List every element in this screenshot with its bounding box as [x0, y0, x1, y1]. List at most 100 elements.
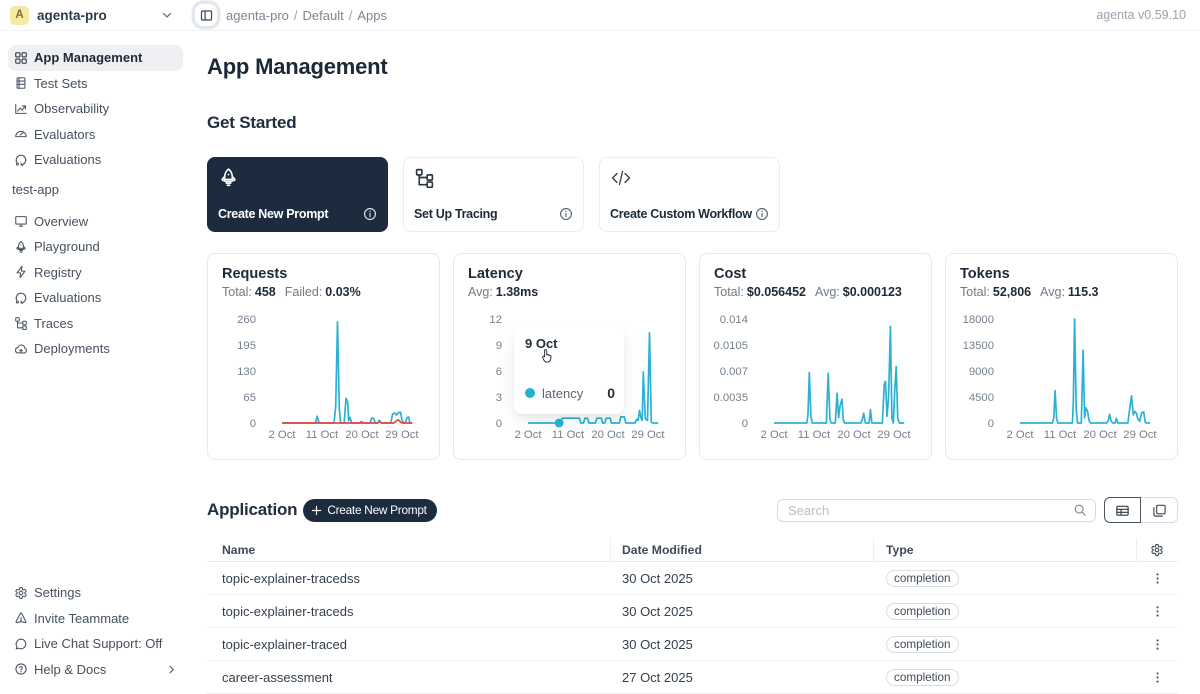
sidebar-item-observability[interactable]: Observability — [8, 96, 183, 122]
app-name-cell[interactable]: career-assessment — [207, 670, 610, 685]
chart-plot-cost[interactable]: 00.00350.0070.01050.0142 Oct11 Oct20 Oct… — [700, 254, 933, 459]
gear-icon — [14, 586, 28, 600]
column-separator — [1136, 538, 1137, 562]
stats-charts-row: RequestsTotal:458Failed:0.03%06513019526… — [207, 253, 1178, 460]
sidebar-item-label: Deployments — [34, 341, 110, 356]
svg-text:18000: 18000 — [963, 314, 994, 326]
svg-text:2 Oct: 2 Oct — [515, 429, 543, 441]
type-cell: completion — [873, 570, 1136, 587]
row-menu-button[interactable] — [1151, 572, 1164, 585]
table-body: topic-explainer-tracedss30 Oct 2025compl… — [207, 562, 1178, 694]
hovered-point-marker — [555, 419, 564, 428]
chart-plot-requests[interactable]: 0651301952602 Oct11 Oct20 Oct29 Oct — [208, 254, 441, 459]
sidebar-item-app-management[interactable]: App Management — [8, 45, 183, 71]
create-new-prompt-button[interactable]: Create New Prompt — [303, 499, 436, 522]
svg-text:20 Oct: 20 Oct — [345, 429, 379, 441]
table-view-button[interactable] — [1104, 497, 1141, 523]
testsets-icon — [14, 76, 28, 90]
page-title: App Management — [207, 53, 388, 81]
card-view-button[interactable] — [1141, 497, 1178, 523]
get-started-cards: Create New Prompt Set Up TracingCreate Cu… — [207, 157, 780, 232]
table-row[interactable]: topic-explainer-traceds30 Oct 2025comple… — [207, 595, 1178, 628]
type-cell: completion — [873, 603, 1136, 620]
svg-text:0: 0 — [250, 418, 256, 430]
search-icon[interactable] — [1073, 503, 1087, 517]
app-name-cell[interactable]: topic-explainer-traced — [207, 637, 610, 652]
breadcrumb-project[interactable]: Default — [303, 8, 344, 23]
tooltip-series-value: 0 — [607, 385, 615, 401]
row-menu-button[interactable] — [1151, 671, 1164, 684]
loop-icon — [14, 153, 28, 167]
sidebar-item-traces[interactable]: Traces — [8, 311, 183, 337]
workspace-name: agenta-pro — [37, 8, 161, 23]
svg-text:2 Oct: 2 Oct — [1007, 429, 1035, 441]
get-started-card-set-up-tracing[interactable]: Set Up Tracing — [403, 157, 584, 232]
sidebar-item-overview[interactable]: Overview — [8, 209, 183, 235]
sidebar-item-label: Evaluations — [34, 290, 101, 305]
chevron-right-icon — [166, 664, 177, 675]
column-header-name[interactable]: Name — [207, 543, 610, 557]
sidebar-item-evaluations[interactable]: Evaluations — [8, 147, 183, 173]
sidebar-item-evaluators[interactable]: Evaluators — [8, 122, 183, 148]
sidebar-item-label: Invite Teammate — [34, 611, 129, 626]
svg-text:29 Oct: 29 Oct — [1123, 429, 1157, 441]
type-cell: completion — [873, 636, 1136, 653]
info-icon[interactable] — [755, 207, 769, 221]
table-row[interactable]: topic-explainer-tracedss30 Oct 2025compl… — [207, 562, 1178, 595]
column-separator — [873, 538, 874, 562]
column-header-date[interactable]: Date Modified — [610, 543, 873, 557]
sidebar-item-evaluations[interactable]: Evaluations — [8, 285, 183, 311]
sidebar-item-live-chat-support-off[interactable]: Live Chat Support: Off — [8, 631, 183, 657]
column-header-type[interactable]: Type — [873, 543, 1136, 557]
sidebar-item-registry[interactable]: Registry — [8, 260, 183, 286]
type-tag: completion — [886, 669, 959, 686]
sidebar-item-settings[interactable]: Settings — [8, 580, 183, 606]
sidebar-item-test-sets[interactable]: Test Sets — [8, 71, 183, 97]
row-actions-cell — [1136, 671, 1178, 684]
monitor-icon — [14, 214, 28, 228]
sidebar-body: App ManagementTest SetsObservabilityEval… — [0, 31, 185, 684]
create-button-label: Create New Prompt — [327, 503, 426, 517]
row-menu-button[interactable] — [1151, 605, 1164, 618]
svg-text:2 Oct: 2 Oct — [269, 429, 297, 441]
sidebar-item-help-docs[interactable]: Help & Docs — [8, 657, 183, 683]
svg-text:11 Oct: 11 Oct — [552, 429, 585, 441]
svg-text:9000: 9000 — [969, 366, 994, 378]
table-row[interactable]: topic-explainer-traced30 Oct 2025complet… — [207, 628, 1178, 661]
breadcrumb-workspace[interactable]: agenta-pro — [226, 8, 289, 23]
search-input[interactable] — [788, 503, 1073, 518]
main-content: App Management Get Started Create New Pr… — [185, 31, 1200, 684]
sidebar-item-deployments[interactable]: Deployments — [8, 336, 183, 362]
workspace-selector[interactable]: A agenta-pro — [0, 0, 185, 31]
row-menu-button[interactable] — [1151, 638, 1164, 651]
applications-table: Name Date Modified Type topic-explainer-… — [207, 538, 1178, 694]
sidebar-item-label: Live Chat Support: Off — [34, 636, 162, 651]
app-name-cell[interactable]: topic-explainer-traceds — [207, 604, 610, 619]
table-settings-gear-icon[interactable] — [1150, 543, 1164, 557]
info-icon[interactable] — [363, 207, 377, 221]
sidebar-collapse-button[interactable] — [195, 4, 217, 26]
svg-text:12: 12 — [489, 314, 502, 326]
app-name-cell[interactable]: topic-explainer-tracedss — [207, 571, 610, 586]
breadcrumb-page[interactable]: Apps — [357, 8, 387, 23]
gauge-icon — [14, 127, 28, 141]
sidebar-item-playground[interactable]: Playground — [8, 234, 183, 260]
svg-text:13500: 13500 — [963, 340, 994, 352]
svg-text:130: 130 — [237, 366, 256, 378]
sidebar-item-label: Overview — [34, 214, 88, 229]
svg-text:0.014: 0.014 — [720, 314, 748, 326]
svg-text:29 Oct: 29 Oct — [631, 429, 665, 441]
card-label-row: Create New Prompt — [218, 207, 377, 221]
svg-text:29 Oct: 29 Oct — [877, 429, 911, 441]
sidebar-item-label: Playground — [34, 239, 100, 254]
sidebar-item-label: Traces — [34, 316, 73, 331]
get-started-card-create-new-prompt[interactable]: Create New Prompt — [207, 157, 388, 232]
get-started-card-create-custom-workflow[interactable]: Create Custom Workflow — [599, 157, 780, 232]
table-row[interactable]: career-assessment27 Oct 2025completion — [207, 661, 1178, 694]
chart-plot-tokens[interactable]: 04500900013500180002 Oct11 Oct20 Oct29 O… — [946, 254, 1179, 459]
row-actions-cell — [1136, 605, 1178, 618]
sidebar-item-invite-teammate[interactable]: Invite Teammate — [8, 606, 183, 632]
grid-icon — [14, 51, 28, 65]
topbar: agenta-pro/ Default/ Apps agenta v0.59.1… — [185, 0, 1200, 31]
info-icon[interactable] — [559, 207, 573, 221]
